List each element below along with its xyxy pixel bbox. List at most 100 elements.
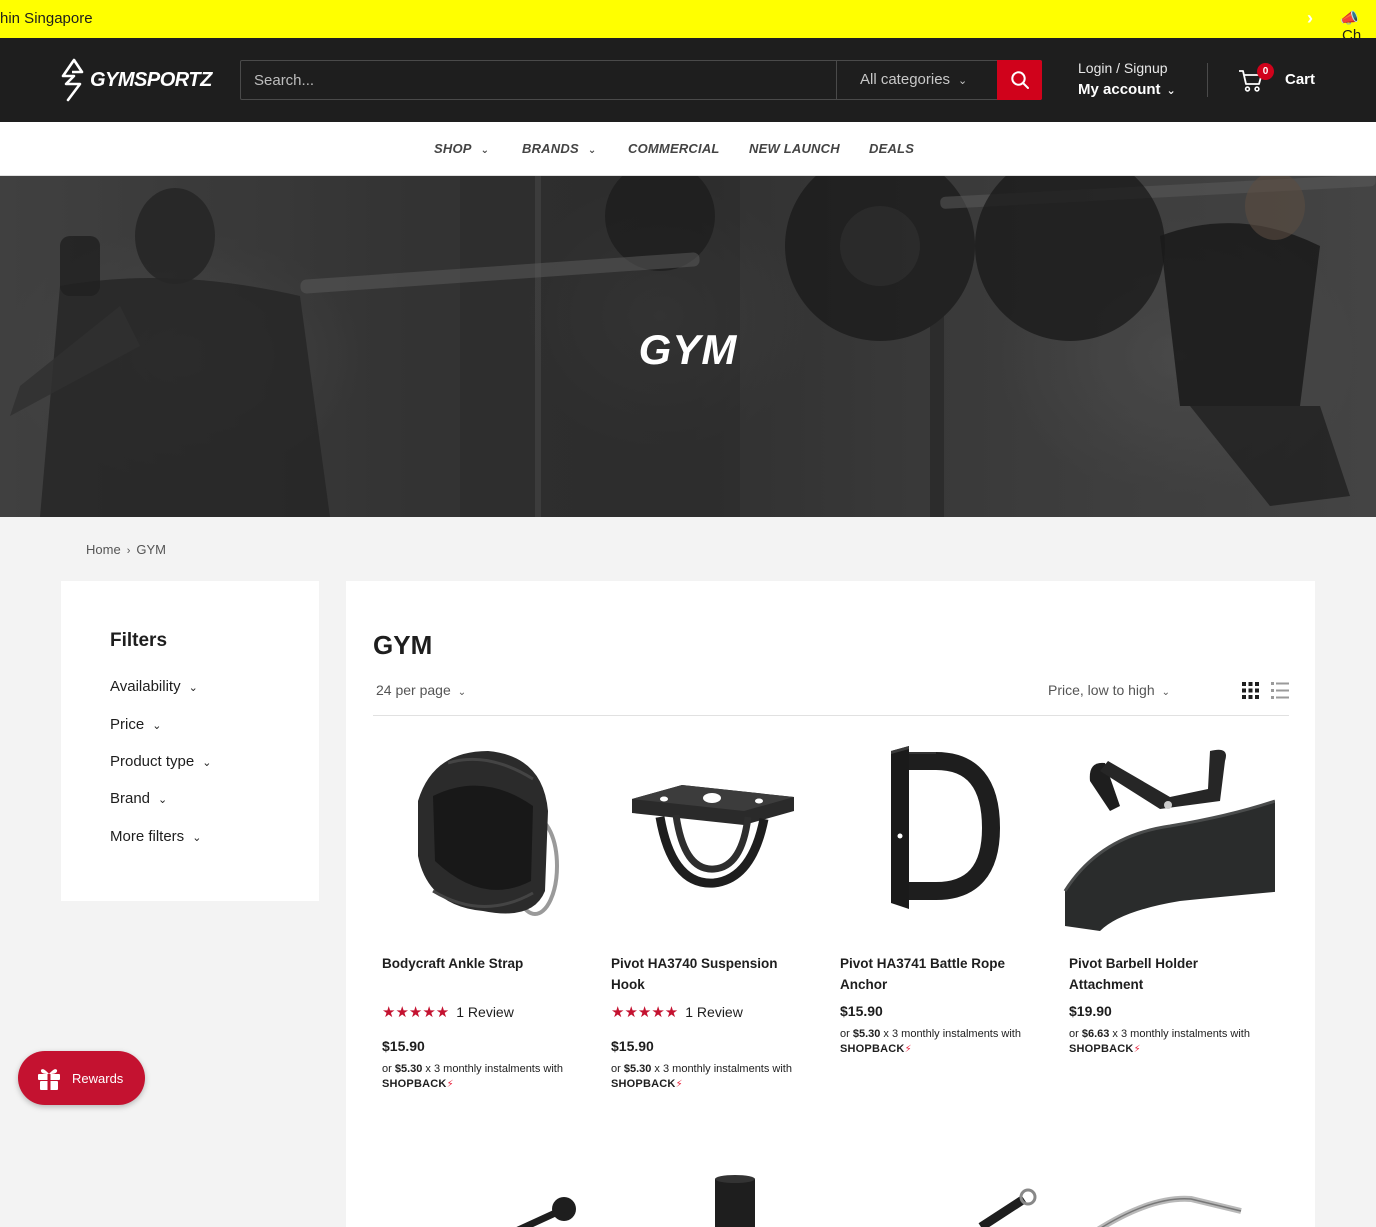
breadcrumb-current: GYM (136, 542, 166, 557)
installment-note: or $6.63 x 3 monthly instalments with SHO… (1069, 1027, 1284, 1057)
product-image[interactable] (373, 741, 588, 931)
product-title[interactable]: Bodycraft Ankle Strap (382, 954, 582, 975)
filter-brand[interactable]: Brand ⌄ (110, 790, 167, 807)
shopback-bolt-icon: ⚡ (1133, 1044, 1141, 1055)
shopback-text: SHOPBACK (611, 1078, 676, 1090)
installment-suffix: x 3 monthly instalments with (880, 1028, 1021, 1040)
announcement-next-button[interactable]: › (1307, 8, 1313, 29)
shopback-text: SHOPBACK (382, 1078, 447, 1090)
breadcrumb: Home › GYM (86, 542, 166, 557)
product-price: $15.90 (840, 1003, 883, 1019)
review-count: 1 Review (456, 1004, 514, 1020)
site-header: GYMSPORTZ All categories ⌄ Login / Signup… (0, 38, 1376, 122)
product-title[interactable]: Pivot Barbell Holder Attachment (1069, 954, 1269, 995)
product-image[interactable] (1091, 1191, 1251, 1227)
nav-item-new-launch[interactable]: NEW LAUNCH (749, 141, 840, 156)
chevron-down-icon: ⌄ (587, 145, 597, 156)
installment-amount: $5.30 (394, 1063, 423, 1075)
nav-item-brands[interactable]: BRANDS ⌄ (522, 141, 596, 156)
installment-prefix: or (382, 1063, 395, 1075)
filter-label: More filters (110, 828, 185, 845)
nav-item-commercial[interactable]: COMMERCIAL (628, 141, 720, 156)
product-image[interactable] (976, 1187, 1046, 1227)
product-rating[interactable]: ★★★★★ 1 Review (382, 1003, 514, 1021)
review-count: 1 Review (685, 1004, 743, 1020)
product-image[interactable] (602, 741, 817, 931)
announcement-bar: hin Singapore › 📣Ch (0, 0, 1376, 44)
filter-label: Price (110, 716, 145, 733)
installment-note: or $5.30 x 3 monthly instalments with SHO… (840, 1027, 1055, 1057)
product-image[interactable] (506, 1181, 586, 1227)
logo-text: GYMSPORTZ (90, 68, 212, 91)
product-rating[interactable]: ★★★★★ 1 Review (611, 1003, 743, 1021)
search-bar: All categories ⌄ (240, 60, 1042, 100)
product-image[interactable] (831, 741, 1046, 931)
installment-suffix: x 3 monthly instalments with (422, 1063, 563, 1075)
product-title[interactable]: Pivot HA3740 Suspension Hook (611, 954, 811, 995)
shopback-text: SHOPBACK (840, 1043, 905, 1055)
grid-view-icon[interactable] (1242, 682, 1259, 699)
shopback-logo: SHOPBACK⚡ (382, 1078, 454, 1090)
collection-hero-banner: GYM (0, 176, 1376, 517)
nav-item-deals[interactable]: DEALS (869, 141, 914, 156)
filter-label: Availability (110, 678, 181, 695)
sort-select[interactable]: Price, low to high ⌄ (1048, 682, 1170, 698)
rewards-button[interactable]: Rewards (18, 1051, 145, 1105)
chevron-down-icon: ⌄ (480, 145, 490, 156)
collection-title: GYM (373, 630, 433, 660)
account-menu[interactable]: Login / Signup My account ⌄ (1078, 60, 1176, 98)
product-price: $19.90 (1069, 1003, 1112, 1019)
category-select-label: All categories (860, 71, 951, 88)
installment-prefix: or (840, 1028, 853, 1040)
chevron-right-icon: › (126, 545, 131, 557)
chevron-down-icon: ⌄ (457, 687, 467, 698)
shopback-bolt-icon: ⚡ (675, 1079, 683, 1090)
per-page-select[interactable]: 24 per page ⌄ (376, 682, 466, 698)
product-price: $15.90 (611, 1038, 654, 1054)
breadcrumb-home-link[interactable]: Home (86, 542, 121, 557)
installment-suffix: x 3 monthly instalments with (651, 1063, 792, 1075)
product-title[interactable]: Pivot HA3741 Battle Rope Anchor (840, 954, 1040, 995)
shopback-logo: SHOPBACK⚡ (1069, 1043, 1141, 1055)
header-divider (1207, 63, 1208, 97)
gift-icon (38, 1069, 60, 1090)
product-price: $15.90 (382, 1038, 425, 1054)
filter-label: Product type (110, 753, 195, 770)
chevron-down-icon: ⌄ (188, 682, 198, 694)
filters-title: Filters (110, 630, 168, 651)
site-logo[interactable]: GYMSPORTZ (60, 58, 212, 102)
filter-availability[interactable]: Availability ⌄ (110, 678, 198, 695)
installment-prefix: or (1069, 1028, 1082, 1040)
my-account-dropdown[interactable]: My account ⌄ (1078, 81, 1176, 98)
filter-label: Brand (110, 790, 151, 807)
installment-note: or $5.30 x 3 monthly instalments with SHO… (611, 1062, 826, 1092)
installment-suffix: x 3 monthly instalments with (1109, 1028, 1250, 1040)
product-image[interactable] (1060, 741, 1275, 931)
installment-amount: $5.30 (852, 1028, 881, 1040)
filter-more-filters[interactable]: More filters ⌄ (110, 828, 201, 845)
cart-button[interactable]: 0 Cart (1238, 63, 1328, 96)
shopback-logo: SHOPBACK⚡ (611, 1078, 683, 1090)
product-image[interactable] (711, 1175, 761, 1227)
product-collection: GYM 24 per page ⌄ Price, low to high ⌄ Bod… (346, 581, 1315, 1227)
nav-item-label: BRANDS (522, 141, 579, 156)
login-signup-link[interactable]: Login / Signup (1078, 60, 1176, 76)
search-input[interactable] (241, 61, 836, 99)
main-nav: SHOP ⌄ BRANDS ⌄ COMMERCIAL NEW LAUNCH DEAL… (0, 122, 1376, 176)
search-button[interactable] (997, 60, 1042, 100)
list-view-icon[interactable] (1271, 682, 1289, 699)
hero-title: GYM (638, 326, 738, 373)
chevron-down-icon: ⌄ (202, 757, 212, 769)
nav-item-shop[interactable]: SHOP ⌄ (434, 141, 489, 156)
shopback-text: SHOPBACK (1069, 1043, 1134, 1055)
filter-product-type[interactable]: Product type ⌄ (110, 753, 211, 770)
shopback-bolt-icon: ⚡ (446, 1079, 454, 1090)
my-account-label: My account (1078, 81, 1161, 98)
announcement-text[interactable]: hin Singapore (0, 10, 93, 27)
installment-note: or $5.30 x 3 monthly instalments with SHO… (382, 1062, 597, 1092)
filter-price[interactable]: Price ⌄ (110, 716, 161, 733)
shopback-logo: SHOPBACK⚡ (840, 1043, 912, 1055)
cart-count-badge: 0 (1257, 63, 1274, 80)
logo-mark-icon (61, 58, 84, 102)
category-select[interactable]: All categories ⌄ (836, 61, 997, 99)
